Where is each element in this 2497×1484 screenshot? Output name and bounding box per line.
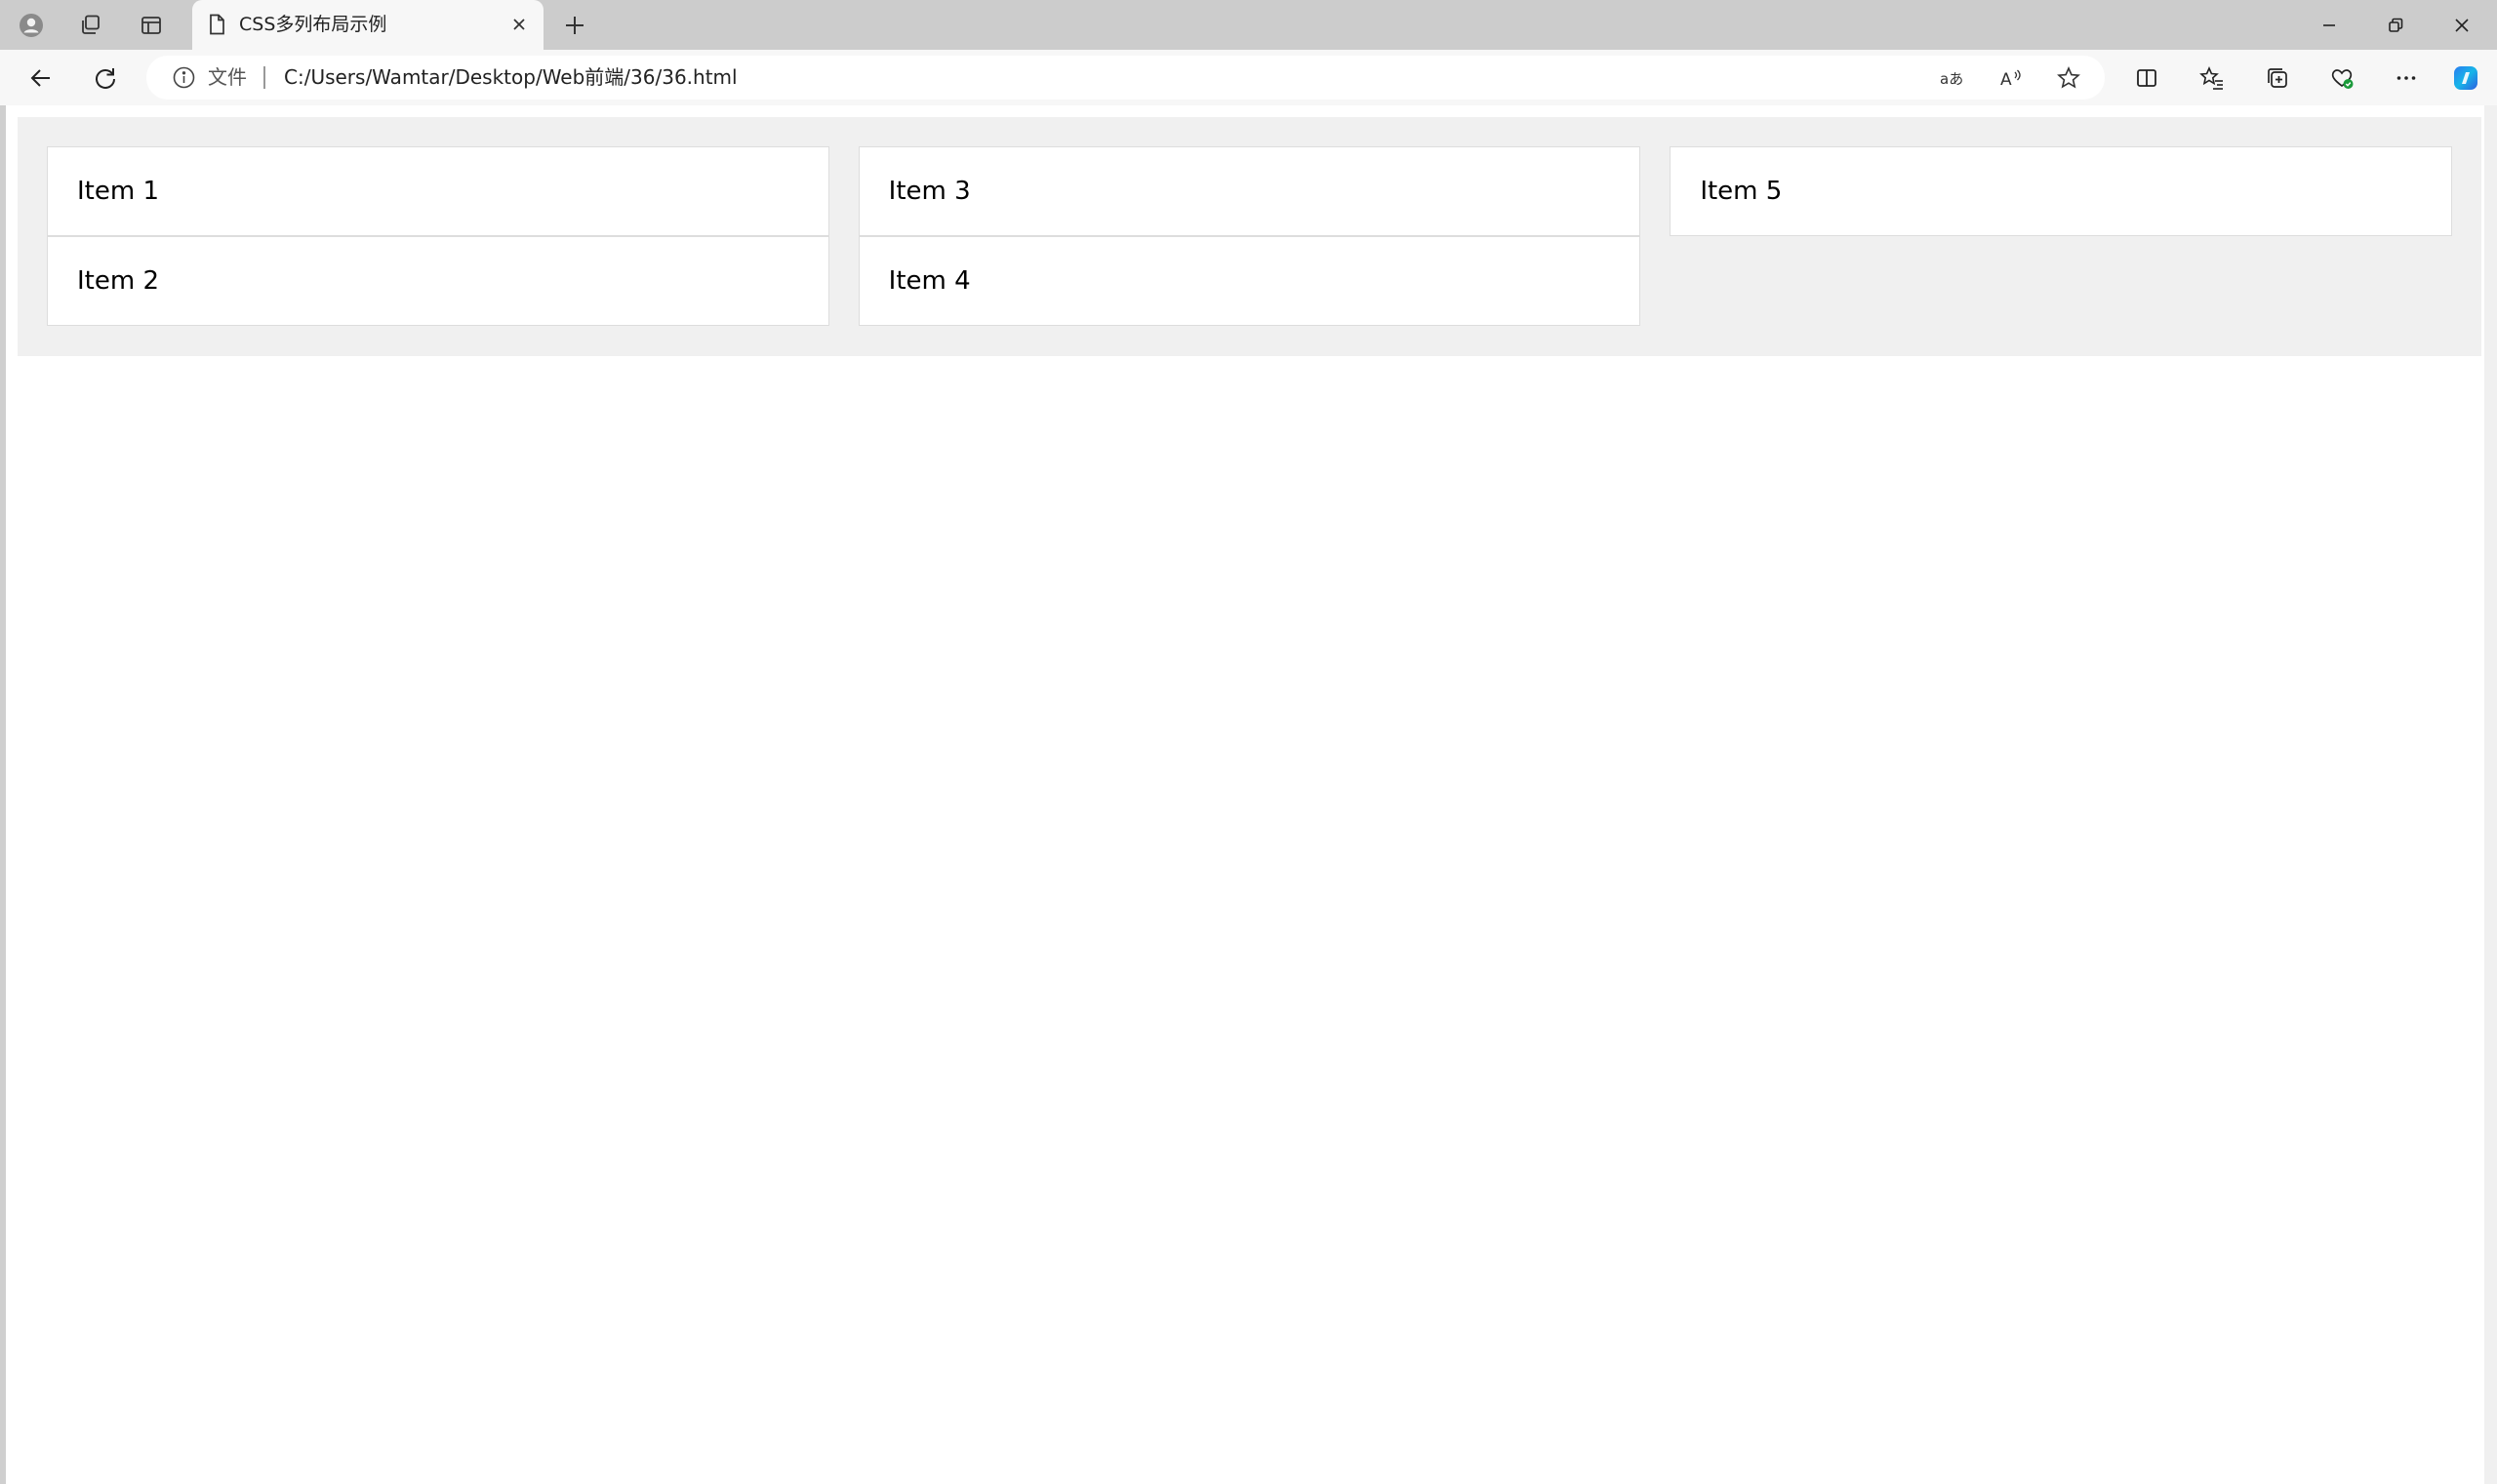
close-icon[interactable]	[506, 12, 532, 37]
workspaces-button[interactable]	[71, 6, 110, 45]
list-item: Item 5	[1670, 146, 2452, 236]
split-screen-icon	[2137, 69, 2156, 87]
read-aloud-button[interactable]: A	[1994, 61, 2027, 95]
page-viewport: Item 1 Item 2 Item 3 Item 4 Item 5	[6, 105, 2484, 1484]
url-text[interactable]: C:/Users/Wamtar/Desktop/Web前端/36/36.html	[284, 56, 738, 100]
new-tab-button[interactable]	[555, 6, 594, 45]
refresh-button[interactable]	[85, 58, 126, 99]
vertical-tabs-icon	[141, 17, 161, 34]
scrollbar-track[interactable]	[2484, 105, 2497, 1484]
plus-icon	[566, 17, 584, 34]
more-icon	[2396, 76, 2416, 80]
svg-text:aあ: aあ	[1940, 70, 1963, 88]
minimize-button[interactable]	[2296, 0, 2362, 50]
vertical-tabs-button[interactable]	[132, 6, 171, 45]
heart-shield-icon	[2331, 69, 2354, 89]
tab-title: CSS多列布局示例	[239, 14, 387, 35]
favorites-icon	[2199, 65, 2223, 90]
read-aloud-icon: A	[2000, 69, 2021, 90]
browser-window: CSS多列布局示例 文件 C:/Users/Wamtar/Desktop/Web…	[0, 0, 2497, 1484]
copilot-button[interactable]	[2445, 58, 2486, 99]
restore-icon	[2389, 18, 2403, 32]
back-button[interactable]	[20, 58, 61, 99]
split-screen-button[interactable]	[2126, 58, 2167, 99]
address-separator	[263, 66, 265, 89]
svg-text:A: A	[2000, 70, 2012, 90]
more-button[interactable]	[2386, 58, 2427, 99]
info-icon[interactable]	[172, 65, 196, 90]
minimize-icon	[2323, 23, 2335, 26]
profile-icon	[20, 14, 43, 37]
list-item: Item 3	[858, 146, 1641, 236]
favorites-button[interactable]	[2192, 58, 2233, 99]
tab-active[interactable]: CSS多列布局示例	[192, 0, 544, 50]
list-item: Item 4	[858, 236, 1641, 326]
translate-icon: aあ	[1940, 70, 1963, 88]
translate-button[interactable]: aあ	[1935, 61, 1968, 95]
multicolumn-container: Item 1 Item 2 Item 3 Item 4 Item 5	[18, 117, 2481, 356]
workspaces-icon	[82, 15, 100, 34]
back-arrow-icon	[30, 69, 50, 87]
refresh-icon	[96, 68, 115, 89]
toolbar: 文件 C:/Users/Wamtar/Desktop/Web前端/36/36.h…	[0, 50, 2497, 105]
address-bar[interactable]: 文件 C:/Users/Wamtar/Desktop/Web前端/36/36.h…	[146, 56, 2105, 100]
favorite-button[interactable]	[2052, 61, 2085, 95]
restore-button[interactable]	[2362, 0, 2429, 50]
list-item: Item 1	[47, 146, 829, 236]
profile-button[interactable]	[12, 6, 51, 45]
window-close-button[interactable]	[2429, 0, 2495, 50]
close-icon	[2455, 18, 2469, 32]
star-icon	[2057, 66, 2080, 89]
copilot-icon	[2454, 66, 2477, 90]
tab-strip: CSS多列布局示例	[0, 0, 2497, 50]
browser-essentials-button[interactable]	[2321, 58, 2362, 99]
collections-button[interactable]	[2257, 58, 2298, 99]
page-icon	[210, 14, 224, 35]
list-item: Item 2	[47, 236, 829, 326]
scheme-label: 文件	[208, 65, 247, 89]
collections-icon	[2268, 68, 2287, 88]
